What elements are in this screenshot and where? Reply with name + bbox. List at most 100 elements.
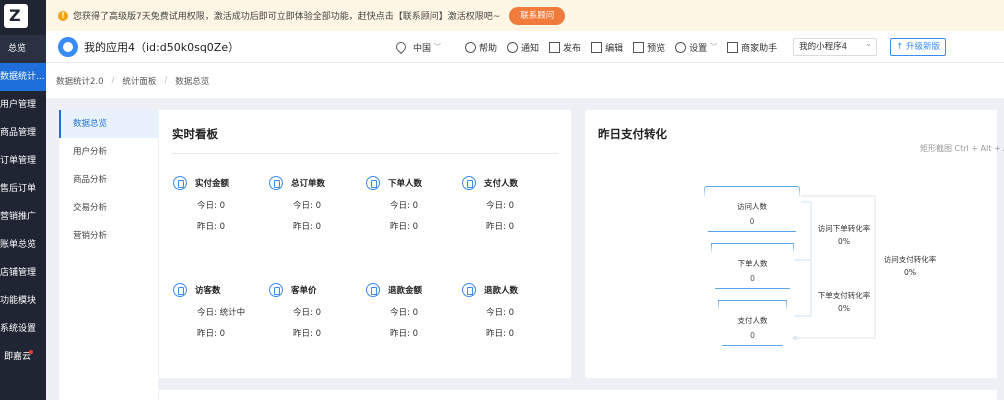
metric-yesterday: 昨日: 0 xyxy=(197,222,225,232)
metric-order-users: 下单人数 今日: 0 昨日: 0 xyxy=(366,176,462,246)
metric-avg-order-value: 客单价 今日: 0 昨日: 0 xyxy=(269,283,365,353)
metric-yesterday: 昨日: 0 xyxy=(390,329,418,339)
app-logo[interactable] xyxy=(4,4,28,28)
breadcrumb-item[interactable]: 统计面板 xyxy=(122,75,156,87)
sidebar-item-goods[interactable]: 商品管理 xyxy=(0,119,46,147)
region-label: 中国 xyxy=(413,43,432,54)
subnav-item-marketing[interactable]: 营销分析 xyxy=(59,222,158,250)
chevron-down-icon: ﹀ xyxy=(710,43,718,51)
preview-label: 预览 xyxy=(647,43,666,54)
metric-label: 下单人数 xyxy=(388,179,423,189)
rate-label: 下单支付转化率 xyxy=(817,291,871,300)
card-icon xyxy=(269,283,283,297)
chevron-down-icon: ﹀ xyxy=(434,43,442,51)
funnel-stage-paid-users: 支付人数 0 xyxy=(718,300,787,346)
sidebar-item-overview[interactable]: 总览 xyxy=(0,35,46,63)
sidebar-item-shop[interactable]: 店铺管理 xyxy=(0,259,46,287)
metric-today: 今日: 0 xyxy=(486,201,514,211)
metric-yesterday: 昨日: 0 xyxy=(486,329,514,339)
breadcrumb-separator: / xyxy=(111,75,115,86)
rate-value: 0% xyxy=(904,268,916,277)
metric-today: 今日: 统计中 xyxy=(197,308,246,318)
stage-label: 访问人数 xyxy=(737,202,767,211)
subnav-item-trade[interactable]: 交易分析 xyxy=(59,194,158,222)
screenshot-tooltip: 矩形截图 Ctrl + Alt + A xyxy=(920,144,1004,153)
breadcrumb-separator: / xyxy=(164,75,168,86)
publish-label: 发布 xyxy=(563,43,582,54)
breadcrumb-current: 数据总览 xyxy=(175,76,210,87)
rate-visit-to-pay: 访问支付转化率 0% xyxy=(879,254,941,277)
trial-notice-bar: ! 您获得了高级版7天免费试用权限，激活成功后即可立即体验全部功能，赶快点击【联… xyxy=(46,0,1004,31)
edit-button[interactable]: 编辑 xyxy=(591,41,623,54)
notify-label: 通知 xyxy=(521,43,540,54)
metric-refund-amount: 退款金额 今日: 0 昨日: 0 xyxy=(366,283,462,353)
metric-total-orders: 总订单数 今日: 0 昨日: 0 xyxy=(269,176,365,246)
rate-order-to-pay: 下单支付转化率 0% xyxy=(814,290,874,313)
subnav-item-goods[interactable]: 商品分析 xyxy=(59,166,158,194)
breadcrumb: 数据统计2.0 / 统计面板 / 数据总览 xyxy=(46,63,1004,98)
bell-icon xyxy=(507,41,519,53)
metric-yesterday: 昨日: 0 xyxy=(390,222,418,232)
warning-icon: ! xyxy=(58,10,68,21)
sidebar-item-bills[interactable]: 账单总览 xyxy=(0,231,46,259)
mini-program-select[interactable]: 我的小程序4 xyxy=(793,36,878,56)
help-icon xyxy=(465,41,477,53)
metric-label: 退款金额 xyxy=(388,286,423,296)
breadcrumb-item[interactable]: 数据统计2.0 xyxy=(56,75,104,87)
stage-label: 支付人数 xyxy=(737,316,768,325)
sidebar-item-label: 即嘉云 xyxy=(4,352,32,362)
metric-paid-users: 支付人数 今日: 0 昨日: 0 xyxy=(462,176,558,246)
metric-label: 实付金额 xyxy=(195,179,230,189)
metric-label: 总订单数 xyxy=(291,179,326,189)
funnel-stage-visitors: 访问人数 0 xyxy=(704,186,800,232)
stage-label: 下单人数 xyxy=(737,259,768,268)
sidebar-item-aftersale[interactable]: 售后订单 xyxy=(0,175,46,203)
subnav-item-overview[interactable]: 数据总览 xyxy=(59,110,158,138)
metric-today: 今日: 0 xyxy=(390,201,418,211)
subnav-item-users[interactable]: 用户分析 xyxy=(59,138,158,166)
sidebar-item-users[interactable]: 用户管理 xyxy=(0,91,46,119)
sidebar-item-orders[interactable]: 订单管理 xyxy=(0,147,46,175)
metric-today: 今日: 0 xyxy=(293,308,321,318)
user-icon xyxy=(366,176,380,190)
help-label: 帮助 xyxy=(479,43,498,54)
location-pin-icon xyxy=(393,39,409,55)
realtime-panel: 实时看板 实付金额 今日: 0 昨日: 0 总订单数 今日: 0 昨日: 0 下… xyxy=(159,110,571,378)
rate-label: 访问支付转化率 xyxy=(883,255,937,264)
app-title: 我的应用4（id:d50k0sq0Ze） xyxy=(84,40,240,54)
edit-label: 编辑 xyxy=(605,43,624,54)
sidebar-item-modules[interactable]: 功能模块 xyxy=(0,287,46,315)
divider xyxy=(172,153,558,154)
metric-yesterday: 昨日: 0 xyxy=(197,329,225,339)
statistics-subnav: 数据总览 用户分析 商品分析 交易分析 营销分析 xyxy=(59,110,158,400)
notify-button[interactable]: 通知 xyxy=(507,41,539,54)
metric-visitors: 访客数 今日: 统计中 昨日: 0 xyxy=(173,283,269,353)
upgrade-button[interactable]: ↑ 升级新版 xyxy=(890,38,946,56)
preview-button[interactable]: 预览 xyxy=(633,41,665,54)
rate-value: 0% xyxy=(838,237,850,246)
publish-button[interactable]: 发布 xyxy=(549,41,581,54)
stage-value: 0 xyxy=(749,217,755,226)
metric-label: 支付人数 xyxy=(484,179,519,189)
notification-dot xyxy=(29,350,33,354)
gear-icon xyxy=(675,41,687,53)
sidebar-item-marketing[interactable]: 营销推广 xyxy=(0,203,46,231)
sidebar-item-statistics[interactable]: 数据统计... xyxy=(0,63,46,91)
metric-today: 今日: 0 xyxy=(486,308,514,318)
play-icon xyxy=(633,41,645,53)
money-icon xyxy=(173,176,187,190)
notice-text: 您获得了高级版7天免费试用权限，激活成功后即可立即体验全部功能，赶快点击【联系顾… xyxy=(73,12,501,22)
help-button[interactable]: 帮助 xyxy=(465,41,497,54)
refund-icon xyxy=(366,283,380,297)
settings-menu[interactable]: 设置 ﹀ xyxy=(675,41,717,54)
metric-label: 访客数 xyxy=(195,286,221,296)
metric-yesterday: 昨日: 0 xyxy=(293,329,321,339)
metric-label: 客单价 xyxy=(291,286,317,296)
region-selector[interactable]: 中国 ﹀ xyxy=(393,39,442,55)
contact-advisor-button[interactable]: 联系顾问 xyxy=(509,6,566,25)
money-icon xyxy=(462,176,476,190)
sidebar-item-settings[interactable]: 系统设置 xyxy=(0,315,46,343)
merchant-assistant-button[interactable]: 商家助手 xyxy=(727,41,777,54)
sidebar-item-jijiayun[interactable]: 即嘉云 xyxy=(0,343,46,371)
metric-yesterday: 昨日: 0 xyxy=(293,222,321,232)
